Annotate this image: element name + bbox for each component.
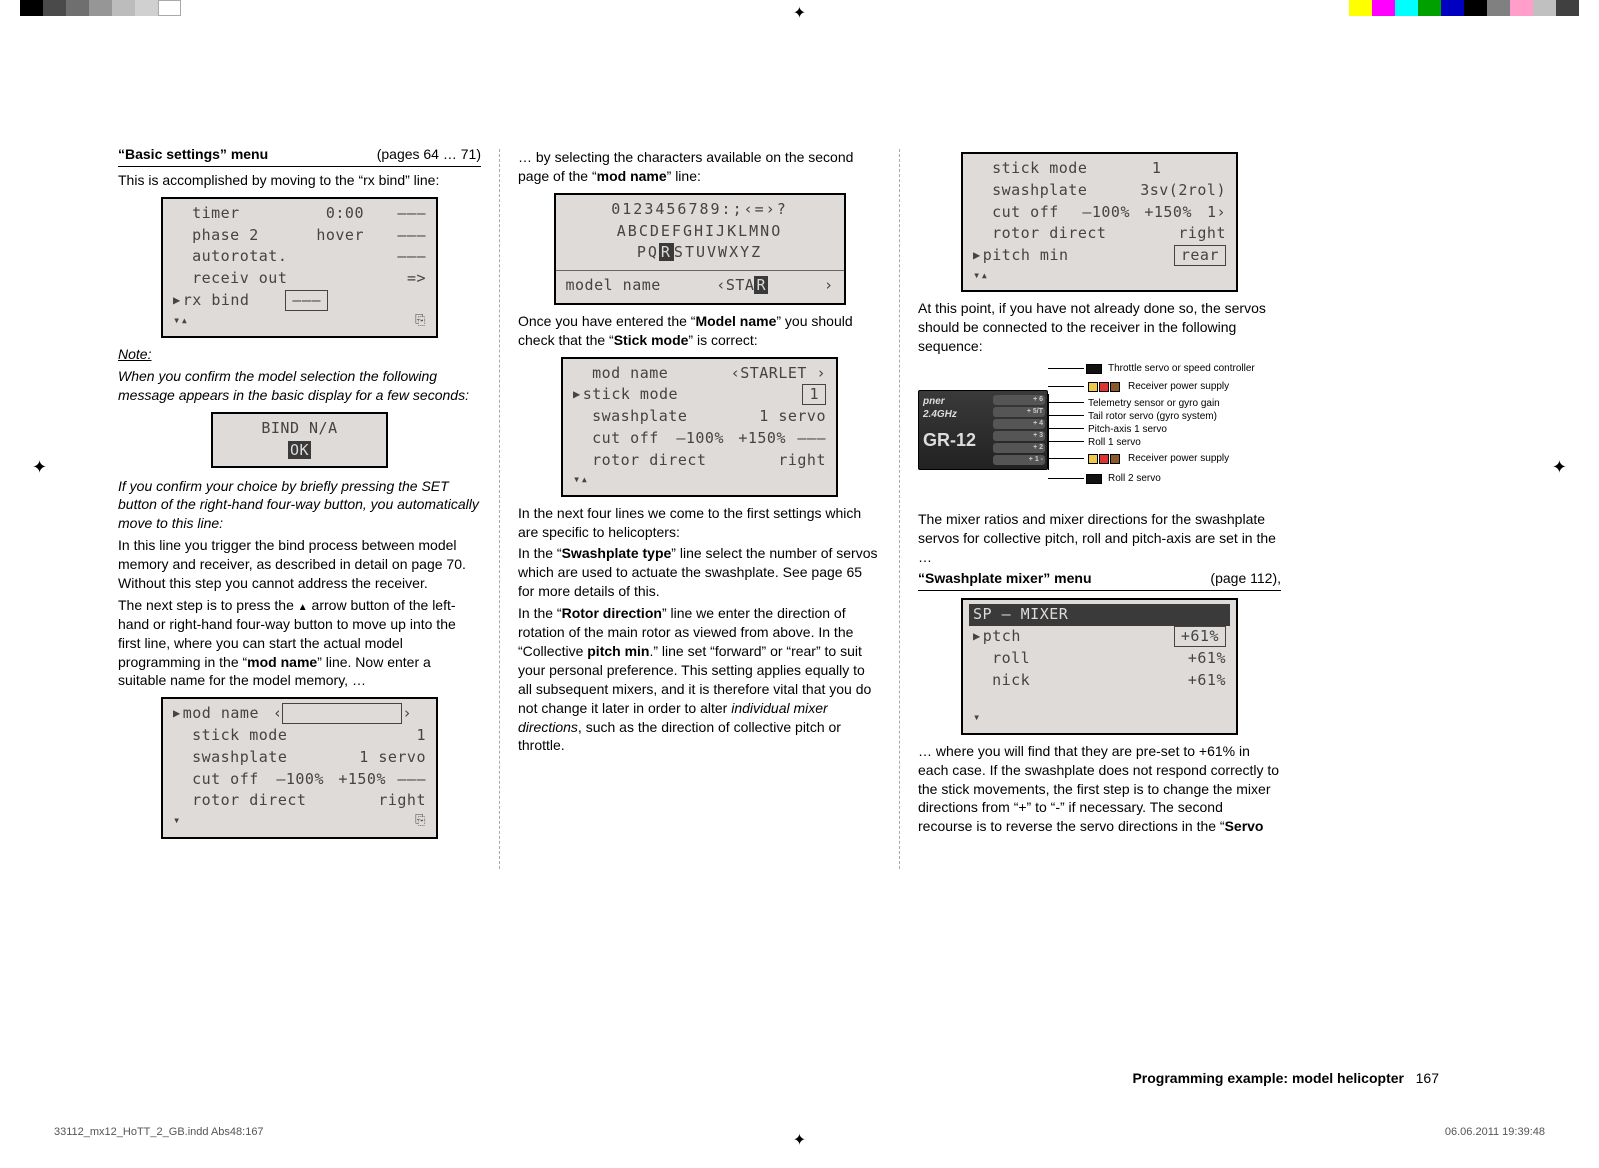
lcd-sp-mixer: SP – MIXER ptch+61% roll+61% nick+61% ▾ [962,599,1237,733]
color-blocks-right [1349,0,1579,16]
diagram-label: Receiver power supply [1128,380,1229,394]
pitchmin-box: rear [1174,245,1226,266]
section-header: “Basic settings” menu (pages 64 … 71) [118,145,481,167]
scroll-arrows-icon: ▾▴ [573,471,588,488]
imprint-left: 33112_mx12_HoTT_2_GB.indd Abs48:167 [54,1125,264,1140]
char-cursor: R [659,243,674,261]
hdr-title: “Basic settings” menu [118,146,268,162]
cursor-icon [973,626,983,648]
para: … where you will find that they are pre-… [918,742,1281,836]
diagram-label: Pitch-axis 1 servo [1088,423,1167,437]
para: The next step is to press the arrow butt… [118,596,481,690]
lcd-bind-popup: BIND N/A OK [212,413,387,467]
lcd-modname-blank: mod name‹ › stick mode1 swashplate1 serv… [162,698,437,838]
rxbind-value: ––– [285,290,328,311]
diagram-label: Roll 1 servo [1088,436,1141,450]
imprint-right: 06.06.2011 19:39:48 [1445,1125,1545,1140]
ptch-val: +61% [1174,626,1226,647]
lcd-basic-settings: timer0:00––– phase 2hover––– autorotat.–… [162,198,437,338]
para: The mixer ratios and mixer directions fo… [918,510,1281,567]
column-divider [499,149,500,869]
diagram-label: Telemetry sensor or gyro gain [1088,397,1220,411]
page-footer: Programming example: model helicopter 16… [1132,1069,1439,1088]
charmap-bottom-label: model name [566,275,661,297]
para: … by selecting the characters available … [518,148,881,186]
scroll-arrows-icon: ▾ [173,812,181,831]
cursor-icon [173,290,183,312]
up-arrow-icon [298,597,308,613]
column-3: stick mode1 swashplate3sv(2rol) cut off–… [918,145,1281,869]
para: Once you have entered the “Model name” y… [518,312,881,350]
column-1: “Basic settings” menu (pages 64 … 71) Th… [118,145,481,869]
stickmode-box: 1 [802,384,826,405]
file-icon: ⎘ [415,812,426,831]
cursor-icon [573,384,583,406]
para: In the next four lines we come to the fi… [518,504,881,542]
para: This is accomplished by moving to the “r… [118,171,481,190]
page: ✦ ✦ ✦ ✦ “Basic settings” menu (pages 64 … [0,0,1599,1168]
lcd-stickmode-select: mod name‹STARLET › stick mode1 swashplat… [562,358,837,496]
bind-ok: OK [288,441,311,459]
para: At this point, if you have not already d… [918,299,1281,356]
bind-line1: BIND N/A [213,418,386,440]
diagram-label: Roll 2 servo [1108,472,1161,486]
para: In this line you trigger the bind proces… [118,536,481,593]
cursor-icon [973,245,983,267]
para: In the “Swashplate type” line select the… [518,544,881,601]
cursor-icon [173,703,183,725]
lcd-charmap: 0123456789:;‹=›? ABCDEFGHIJKLMNO PQRSTUV… [555,194,845,304]
column-divider [899,149,900,869]
lcd-pitchmin: stick mode1 swashplate3sv(2rol) cut off–… [962,153,1237,291]
scroll-arrows-icon: ▾ [973,709,981,726]
column-2: … by selecting the characters available … [518,145,881,869]
modname-box [282,703,402,724]
note-body: When you confirm the model selection the… [118,367,481,405]
para: In the “Rotor direction” line we enter t… [518,604,881,755]
para: If you confirm your choice by briefly pr… [118,477,481,534]
registration-mark-icon: ✦ [793,3,806,25]
lcd-title: SP – MIXER [969,604,1230,626]
receiver-image: pner 2.4GHz GR-12 + 6+ 5/T+ 4+ 3+ 2+ 1 - [918,390,1048,470]
scroll-arrows-icon: ▾▴ [173,312,188,331]
diagram-label: Throttle servo or speed controller [1108,362,1255,376]
hdr-pages: (pages 64 … 71) [377,145,481,164]
registration-mark-icon: ✦ [793,1130,806,1152]
entry-cursor: R [754,276,768,294]
receiver-connection-diagram: pner 2.4GHz GR-12 + 6+ 5/T+ 4+ 3+ 2+ 1 -… [918,362,1278,502]
diagram-label: Receiver power supply [1128,452,1229,466]
section-header: “Swashplate mixer” menu (page 112), [918,569,1281,591]
registration-mark-icon: ✦ [32,455,47,479]
diagram-label: Tail rotor servo (gyro system) [1088,410,1217,424]
note-label: Note: [118,346,151,362]
file-icon: ⎘ [415,312,426,331]
scroll-arrows-icon: ▾▴ [973,267,988,284]
registration-mark-icon: ✦ [1552,455,1567,479]
color-blocks-left [20,0,181,16]
